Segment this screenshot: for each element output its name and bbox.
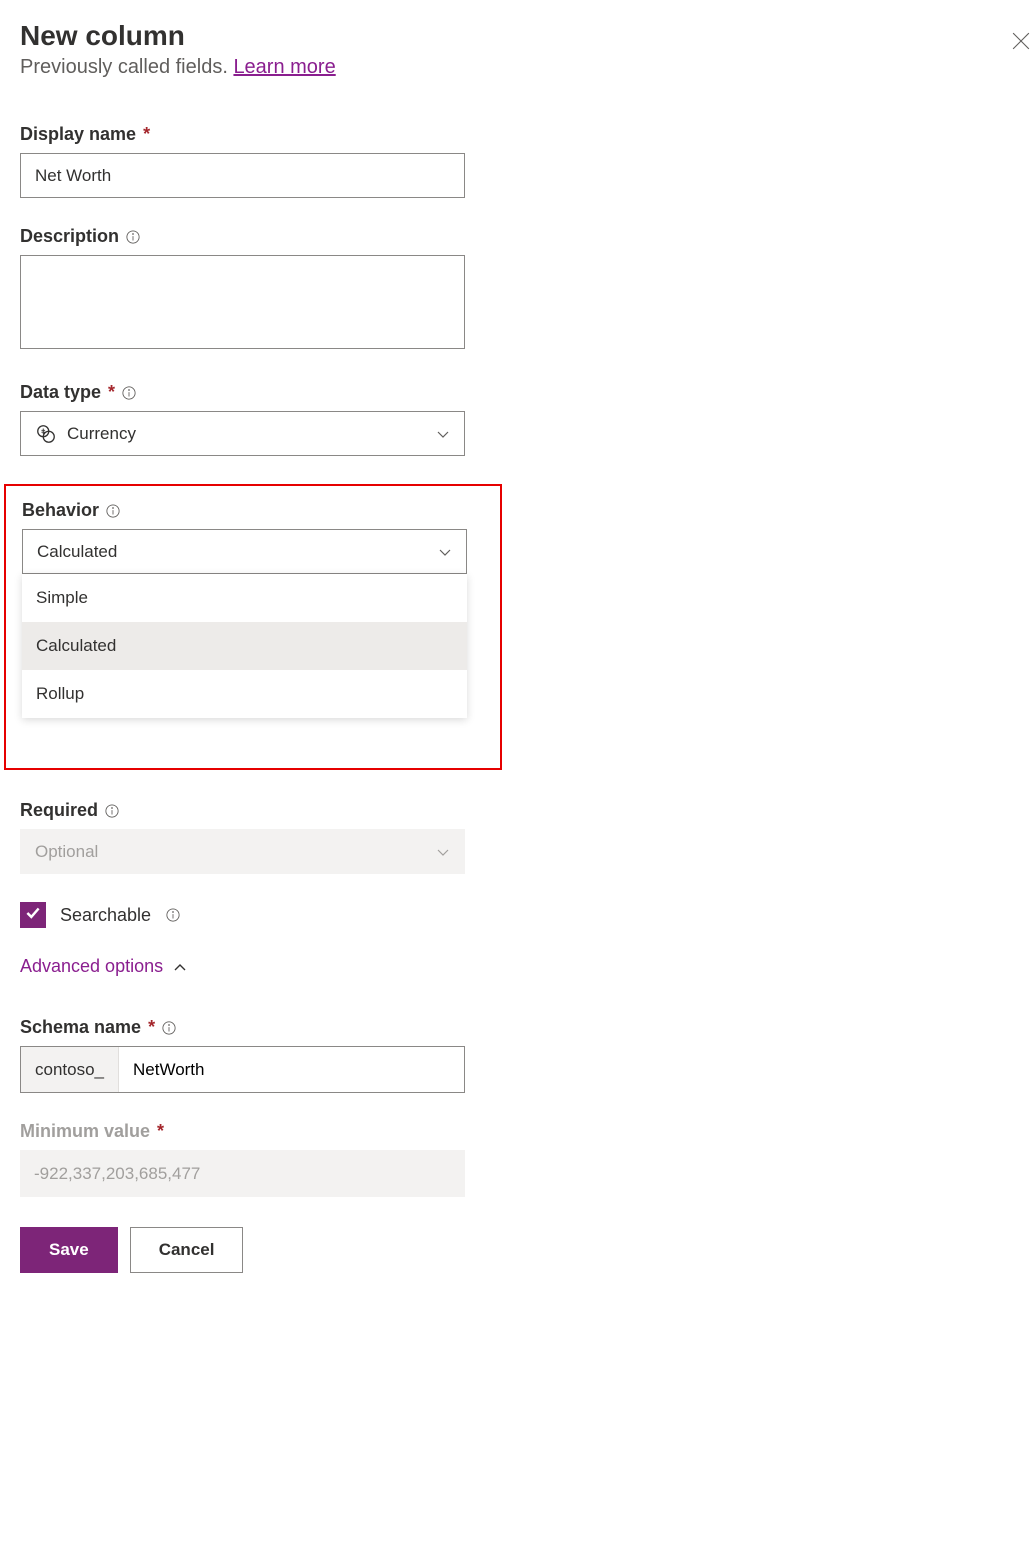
schema-prefix: contoso_	[21, 1047, 119, 1092]
save-button[interactable]: Save	[20, 1227, 118, 1273]
behavior-select[interactable]: Calculated	[22, 529, 467, 574]
required-select: Optional	[20, 829, 465, 874]
info-icon[interactable]	[161, 1020, 177, 1036]
behavior-value: Calculated	[37, 542, 438, 562]
display-name-label: Display name *	[20, 124, 150, 145]
close-button[interactable]	[1012, 32, 1030, 55]
searchable-label: Searchable	[60, 905, 151, 926]
learn-more-link[interactable]: Learn more	[233, 56, 335, 78]
info-icon[interactable]	[104, 803, 120, 819]
behavior-label: Behavior	[22, 500, 99, 521]
searchable-checkbox[interactable]	[20, 902, 46, 928]
minimum-value-label: Minimum value *	[20, 1121, 164, 1142]
page-subtitle: Previously called fields. Learn more	[20, 56, 485, 79]
advanced-options-label: Advanced options	[20, 956, 163, 977]
subtitle-text: Previously called fields.	[20, 56, 233, 78]
behavior-dropdown: Simple Calculated Rollup	[22, 574, 467, 718]
behavior-option-rollup[interactable]: Rollup	[22, 670, 467, 718]
currency-icon	[35, 423, 57, 445]
cancel-button[interactable]: Cancel	[130, 1227, 244, 1273]
required-label: Required	[20, 800, 98, 821]
behavior-option-simple[interactable]: Simple	[22, 574, 467, 622]
display-name-input[interactable]	[20, 153, 465, 198]
chevron-down-icon	[438, 545, 452, 559]
chevron-down-icon	[436, 427, 450, 441]
info-icon[interactable]	[125, 229, 141, 245]
data-type-select[interactable]: Currency	[20, 411, 465, 456]
chevron-up-icon	[173, 960, 187, 974]
info-icon[interactable]	[105, 503, 121, 519]
required-value: Optional	[35, 842, 436, 862]
description-label: Description	[20, 226, 119, 247]
description-textarea[interactable]	[20, 255, 465, 349]
behavior-highlight: Behavior Calculated Simple Calculated Ro…	[4, 484, 502, 770]
schema-name-input-wrapper: contoso_	[20, 1046, 465, 1093]
advanced-options-toggle[interactable]: Advanced options	[20, 956, 485, 977]
data-type-label: Data type *	[20, 382, 115, 403]
checkmark-icon	[24, 904, 42, 927]
data-type-value: Currency	[67, 424, 436, 444]
page-title: New column	[20, 20, 485, 52]
behavior-option-calculated[interactable]: Calculated	[22, 622, 467, 670]
info-icon[interactable]	[121, 385, 137, 401]
schema-name-label: Schema name *	[20, 1017, 155, 1038]
schema-name-input[interactable]	[119, 1047, 464, 1092]
chevron-down-icon	[436, 845, 450, 859]
info-icon[interactable]	[165, 907, 181, 923]
minimum-value-input: -922,337,203,685,477	[20, 1150, 465, 1197]
close-icon	[1012, 37, 1030, 54]
